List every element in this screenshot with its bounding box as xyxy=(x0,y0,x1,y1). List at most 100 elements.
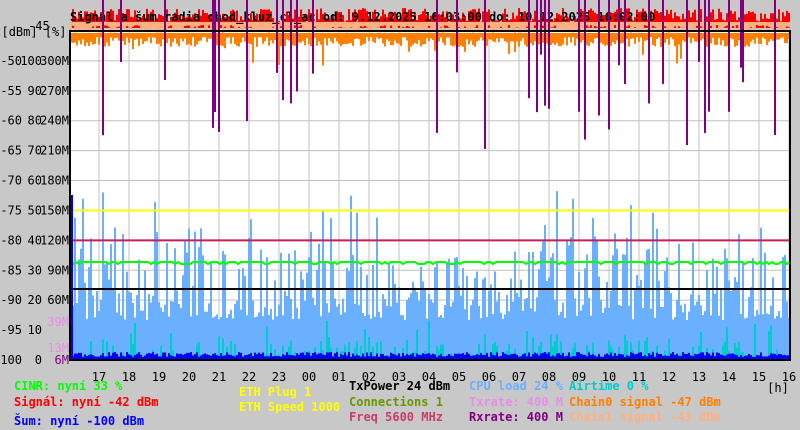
cpu-mark xyxy=(292,319,294,360)
chain1-mark xyxy=(670,22,672,30)
chain1-mark xyxy=(746,22,748,31)
chain0-mark xyxy=(414,33,416,43)
cpu-mark xyxy=(504,314,506,360)
noise-mark xyxy=(544,352,546,359)
noise-mark xyxy=(182,354,184,359)
noise-mark xyxy=(506,354,508,359)
cpu-mark xyxy=(192,285,194,360)
cpu-mark xyxy=(150,302,152,360)
chain0-mark xyxy=(432,33,434,41)
cpu-mark xyxy=(296,307,298,360)
cpu-mark xyxy=(636,275,638,360)
cpu-mark xyxy=(408,297,410,360)
cpu-mark xyxy=(232,318,234,360)
chain0-mark xyxy=(234,33,236,44)
chain0-mark xyxy=(756,33,758,38)
noise-mark xyxy=(210,355,212,359)
chain0-mark xyxy=(468,33,470,45)
noise-mark xyxy=(212,354,214,359)
cpu-mark xyxy=(316,269,318,360)
chain0-mark xyxy=(80,33,82,45)
cpu-mark xyxy=(392,265,394,360)
noise-mark xyxy=(432,353,434,359)
cpu-mark xyxy=(378,311,380,360)
noise-mark xyxy=(158,356,160,359)
chain0-mark xyxy=(394,33,396,41)
y-tick-rate: 6M xyxy=(55,353,69,367)
noise-mark xyxy=(650,354,652,359)
noise-mark xyxy=(334,353,336,359)
chain0-mark xyxy=(294,33,296,46)
chain0-mark xyxy=(262,33,264,44)
x-tick-label: 01 xyxy=(332,370,346,384)
cpu-mark xyxy=(252,300,254,360)
chain1-mark xyxy=(762,22,764,26)
cpu-mark xyxy=(302,279,304,360)
noise-mark xyxy=(358,355,360,359)
chain0-mark xyxy=(480,33,482,38)
cpu-mark xyxy=(238,268,240,360)
cpu-mark xyxy=(656,228,658,360)
chain0-mark xyxy=(748,33,750,47)
cpu-mark xyxy=(628,305,630,360)
chain0-mark xyxy=(448,33,450,38)
chain0-mark xyxy=(620,33,622,44)
noise-mark xyxy=(166,356,168,359)
noise-mark xyxy=(284,355,286,359)
noise-mark xyxy=(578,352,580,359)
noise-mark xyxy=(508,355,510,359)
cpu-mark xyxy=(176,290,178,360)
noise-mark xyxy=(576,352,578,359)
noise-mark xyxy=(190,352,192,359)
chain0-mark xyxy=(738,33,740,41)
chain0-mark xyxy=(512,33,514,42)
noise-mark xyxy=(346,355,348,359)
chain0-mark xyxy=(532,33,534,46)
cpu-mark xyxy=(640,280,642,360)
noise-mark xyxy=(354,355,356,359)
cpu-mark xyxy=(92,295,94,360)
chain0-mark xyxy=(510,33,512,42)
chain0-mark xyxy=(446,33,448,38)
noise-mark xyxy=(428,353,430,359)
noise-mark xyxy=(736,354,738,359)
chain1-mark xyxy=(768,22,770,27)
rxrate-mark xyxy=(740,0,742,68)
chain0-mark xyxy=(194,33,196,47)
chain0-mark xyxy=(308,33,310,45)
noise-mark xyxy=(614,353,616,359)
noise-mark xyxy=(350,356,352,359)
x-tick-label: 05 xyxy=(452,370,466,384)
noise-mark xyxy=(136,353,138,359)
noise-mark xyxy=(118,356,120,359)
chain0-mark xyxy=(230,33,232,44)
cpu-mark xyxy=(88,267,90,360)
noise-mark xyxy=(766,356,768,359)
noise-mark xyxy=(784,354,786,359)
chain0-mark xyxy=(504,33,506,42)
cpu-mark xyxy=(658,280,660,360)
chain0-mark xyxy=(744,33,746,47)
chain0-mark xyxy=(172,33,174,43)
chain0-mark xyxy=(772,33,774,41)
noise-mark xyxy=(260,354,262,359)
chain0-mark xyxy=(110,33,112,38)
noise-mark xyxy=(302,352,304,359)
chain0-mark xyxy=(128,33,130,43)
x-tick-label: 13 xyxy=(692,370,706,384)
chain0-mark xyxy=(416,33,418,44)
noise-mark xyxy=(572,355,574,359)
cpu-mark xyxy=(444,305,446,360)
noise-mark xyxy=(692,356,694,359)
noise-mark xyxy=(372,356,374,359)
cpu-mark xyxy=(136,295,138,360)
noise-mark xyxy=(222,355,224,359)
cpu-mark xyxy=(684,303,686,360)
chain0-mark xyxy=(292,33,294,46)
chain0-mark xyxy=(332,33,334,44)
noise-mark xyxy=(290,355,292,359)
noise-mark xyxy=(728,353,730,359)
chain0-mark xyxy=(650,33,652,38)
noise-mark xyxy=(392,353,394,359)
noise-mark xyxy=(376,353,378,359)
